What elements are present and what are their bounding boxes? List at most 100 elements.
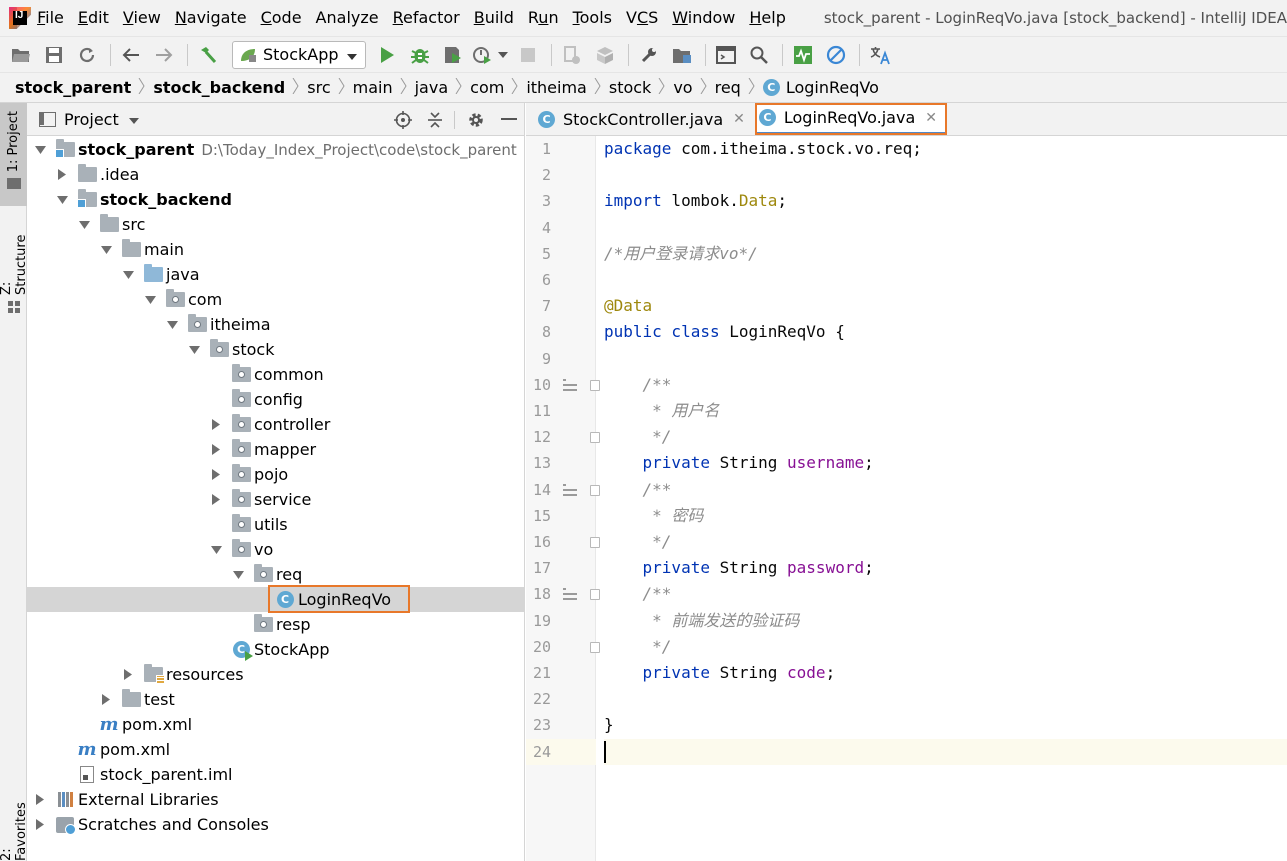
tree-node[interactable]: com — [27, 287, 525, 312]
breadcrumb-item[interactable]: stock_backend — [153, 78, 285, 97]
expand-right-arrow-icon[interactable] — [55, 168, 69, 182]
expand-down-arrow-icon[interactable] — [143, 293, 157, 307]
javadoc-render-icon[interactable] — [563, 378, 577, 391]
save-all-icon[interactable] — [39, 40, 69, 70]
tree-node[interactable]: utils — [27, 512, 525, 537]
tree-node[interactable]: stock_parent D:\Today_Index_Project\code\… — [27, 137, 525, 162]
fold-marker-icon[interactable] — [590, 379, 600, 391]
settings-wrench-icon[interactable] — [634, 40, 664, 70]
expand-right-arrow-icon[interactable] — [209, 493, 223, 507]
menu-edit[interactable]: Edit — [71, 0, 116, 36]
editor-tab[interactable]: C StockController.java ✕ — [534, 103, 755, 135]
activity-monitor-icon[interactable] — [788, 40, 818, 70]
breadcrumb-item[interactable]: src — [307, 78, 330, 97]
tree-node[interactable]: test — [27, 687, 525, 712]
tree-node[interactable]: Scratches and Consoles — [27, 812, 525, 837]
tree-node[interactable]: vo — [27, 537, 525, 562]
tree-node[interactable]: service — [27, 487, 525, 512]
tree-node[interactable]: stock — [27, 337, 525, 362]
structure-tool-window-button[interactable]: Z: Structure — [0, 213, 29, 313]
breadcrumb-item[interactable]: stock — [609, 78, 651, 97]
terminal-window-icon[interactable] — [711, 40, 741, 70]
expand-right-arrow-icon[interactable] — [209, 443, 223, 457]
gear-icon[interactable] — [465, 109, 487, 131]
menu-help[interactable]: Help — [742, 0, 792, 36]
expand-down-arrow-icon[interactable] — [99, 243, 113, 257]
tree-node[interactable]: .idea — [27, 162, 525, 187]
close-icon[interactable]: ✕ — [925, 110, 937, 126]
expand-right-arrow-icon[interactable] — [33, 818, 47, 832]
editor-tab[interactable]: C LoginReqVo.java ✕ — [754, 103, 947, 135]
project-view-selector[interactable]: Project — [64, 110, 119, 129]
breadcrumb-item[interactable]: stock_parent — [15, 78, 131, 97]
expand-right-arrow-icon[interactable] — [209, 468, 223, 482]
deploy-icon[interactable] — [590, 40, 620, 70]
code-view[interactable]: package com.itheima.stock.vo.req; import … — [604, 136, 1287, 861]
menu-view[interactable]: View — [116, 0, 168, 36]
javadoc-render-icon[interactable] — [563, 483, 577, 496]
expand-down-arrow-icon[interactable] — [165, 318, 179, 332]
power-save-mode-icon[interactable] — [821, 40, 851, 70]
tree-node[interactable]: stock_backend — [27, 187, 525, 212]
expand-down-arrow-icon[interactable] — [231, 568, 245, 582]
project-tool-window-button[interactable]: 1: Project — [0, 103, 27, 206]
breadcrumb-item[interactable]: main — [353, 78, 393, 97]
menu-window[interactable]: Window — [665, 0, 742, 36]
menu-build[interactable]: Build — [467, 0, 521, 36]
open-folder-icon[interactable] — [6, 40, 36, 70]
tree-node[interactable]: stock_parent.iml — [27, 762, 525, 787]
tree-node[interactable]: itheima — [27, 312, 525, 337]
forward-arrow-icon[interactable] — [149, 40, 179, 70]
tree-node[interactable]: resp — [27, 612, 525, 637]
fold-marker-icon[interactable] — [590, 537, 600, 548]
tree-node[interactable]: common — [27, 362, 525, 387]
expand-down-arrow-icon[interactable] — [33, 143, 47, 157]
menu-file[interactable]: File — [30, 0, 71, 36]
project-structure-icon[interactable] — [667, 40, 697, 70]
chevron-down-icon[interactable] — [128, 110, 139, 128]
expand-down-arrow-icon[interactable] — [121, 268, 135, 282]
attach-debugger-icon[interactable] — [557, 40, 587, 70]
expand-down-arrow-icon[interactable] — [209, 543, 223, 557]
tree-node[interactable]: main — [27, 237, 525, 262]
fold-marker-icon[interactable] — [590, 484, 600, 496]
breadcrumb-item[interactable]: req — [715, 78, 741, 97]
locate-file-icon[interactable] — [392, 109, 414, 131]
tree-node[interactable]: config — [27, 387, 525, 412]
translate-icon[interactable] — [865, 40, 895, 70]
menu-code[interactable]: Code — [254, 0, 309, 36]
menu-run[interactable]: Run — [521, 0, 566, 36]
favorites-tool-window-button[interactable]: 2: Favorites — [0, 793, 29, 861]
profiler-icon[interactable] — [471, 40, 493, 70]
tree-node[interactable]: pojo — [27, 462, 525, 487]
stop-icon[interactable] — [513, 40, 543, 70]
run-configuration-dropdown[interactable]: StockApp — [232, 40, 366, 69]
breadcrumb-item[interactable]: C LoginReqVo — [762, 78, 879, 97]
menu-analyze[interactable]: Analyze — [309, 0, 386, 36]
expand-down-arrow-icon[interactable] — [55, 193, 69, 207]
tree-node[interactable]: req — [27, 562, 525, 587]
tree-node[interactable]: External Libraries — [27, 787, 525, 812]
fold-marker-icon[interactable] — [590, 589, 600, 601]
tree-node[interactable]: resources — [27, 662, 525, 687]
menu-refactor[interactable]: Refactor — [386, 0, 467, 36]
menu-navigate[interactable]: Navigate — [168, 0, 254, 36]
run-with-coverage-icon[interactable] — [438, 40, 468, 70]
build-hammer-icon[interactable] — [193, 40, 223, 70]
run-icon[interactable] — [372, 40, 402, 70]
breadcrumb-item[interactable]: com — [470, 78, 504, 97]
tree-node[interactable]: controller — [27, 412, 525, 437]
breadcrumb-item[interactable]: java — [415, 78, 449, 97]
tree-node[interactable]: mapper — [27, 437, 525, 462]
search-icon[interactable] — [744, 40, 774, 70]
expand-right-arrow-icon[interactable] — [121, 668, 135, 682]
collapse-all-icon[interactable] — [424, 109, 446, 131]
tree-node[interactable]: src — [27, 212, 525, 237]
fold-marker-icon[interactable] — [590, 641, 600, 653]
tree-node[interactable]: C StockApp — [27, 637, 525, 662]
sync-icon[interactable] — [72, 40, 102, 70]
expand-down-arrow-icon[interactable] — [187, 343, 201, 357]
back-arrow-icon[interactable] — [116, 40, 146, 70]
menu-vcs[interactable]: VCS — [619, 0, 665, 36]
tree-node[interactable]: C LoginReqVo — [27, 587, 525, 612]
